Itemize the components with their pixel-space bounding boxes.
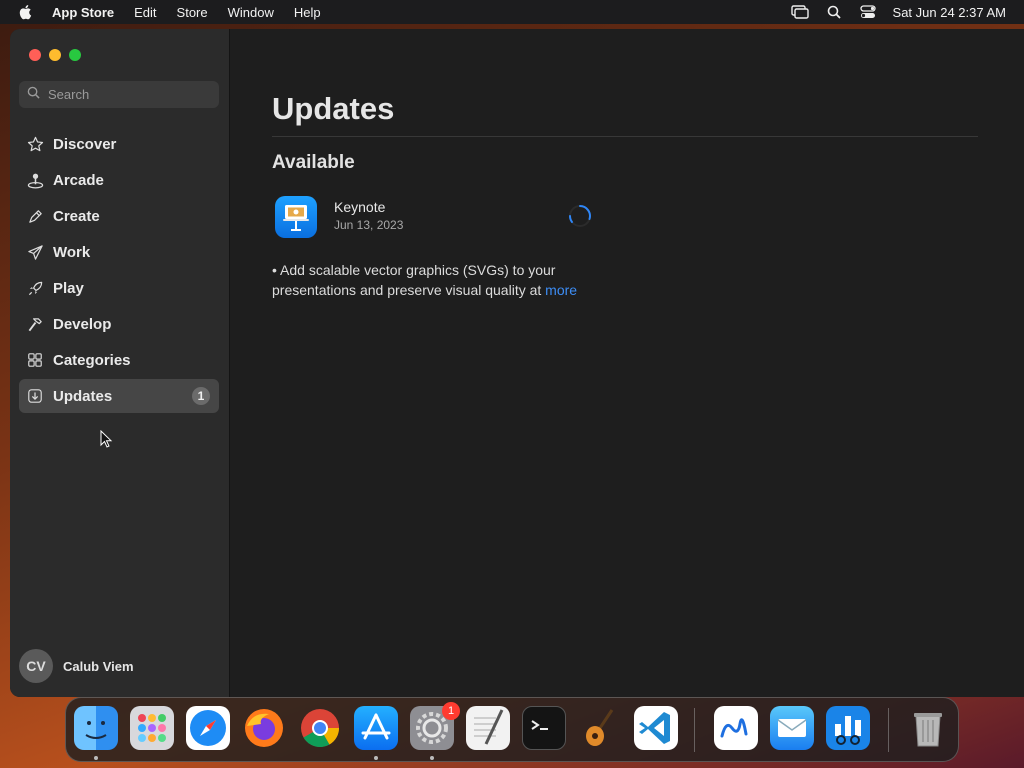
close-button[interactable]	[29, 49, 41, 61]
dock: 1	[65, 697, 959, 762]
sidebar-item-discover[interactable]: Discover	[19, 127, 219, 161]
sidebar-item-develop[interactable]: Develop	[19, 307, 219, 341]
app-store-icon[interactable]	[354, 706, 398, 750]
zoom-button[interactable]	[69, 49, 81, 61]
trash-icon[interactable]	[906, 706, 950, 750]
page-title: Updates	[272, 91, 395, 126]
sidebar-nav: Discover Arcade Create Work Play Develop…	[19, 127, 219, 415]
system-settings-running-indicator	[430, 756, 434, 760]
spotlight-search-icon[interactable]	[825, 5, 843, 19]
sidebar-item-play[interactable]: Play	[19, 271, 219, 305]
sidebar: Discover Arcade Create Work	[10, 29, 230, 697]
safari-icon[interactable]	[186, 706, 230, 750]
grid-icon	[26, 351, 44, 369]
menu-help[interactable]: Help	[294, 5, 321, 20]
sidebar-item-arcade[interactable]: Arcade	[19, 163, 219, 197]
download-progress-spinner[interactable]	[568, 204, 592, 228]
screen-mirroring-icon[interactable]	[790, 5, 809, 19]
sidebar-item-work[interactable]: Work	[19, 235, 219, 269]
sidebar-item-label: Discover	[53, 135, 117, 153]
release-notes-text: • Add scalable vector graphics (SVGs) to…	[272, 262, 556, 298]
user-name: Calub Viem	[63, 658, 134, 674]
window-controls	[29, 49, 81, 61]
release-notes: • Add scalable vector graphics (SVGs) to…	[272, 260, 617, 300]
title-divider	[272, 136, 978, 137]
sidebar-item-label: Create	[53, 207, 100, 225]
system-settings-badge: 1	[442, 702, 460, 720]
app-store-running-indicator	[374, 756, 378, 760]
search-icon	[27, 86, 40, 104]
vscode-icon[interactable]	[634, 706, 678, 750]
main-content: Updates Available Keynote Jun 13, 2023 •…	[230, 29, 1024, 697]
rocket-icon	[26, 279, 44, 297]
menu-clock[interactable]: Sat Jun 24 2:37 AM	[893, 5, 1006, 20]
sidebar-item-categories[interactable]: Categories	[19, 343, 219, 377]
textedit-icon[interactable]	[466, 706, 510, 750]
mail-icon[interactable]	[770, 706, 814, 750]
finder-icon[interactable]	[74, 706, 118, 750]
download-icon	[26, 387, 44, 405]
section-title: Available	[272, 152, 355, 173]
dock-separator	[888, 708, 889, 752]
apple-icon[interactable]	[18, 4, 34, 20]
menu-app-name[interactable]: App Store	[52, 5, 114, 20]
joystick-icon	[26, 171, 44, 189]
finder-running-indicator	[94, 756, 98, 760]
app-store-window: Discover Arcade Create Work	[10, 29, 1024, 697]
keynote-app-icon[interactable]	[275, 196, 317, 238]
metrics-icon[interactable]	[826, 706, 870, 750]
paper-plane-icon	[26, 243, 44, 261]
sidebar-item-label: Updates	[53, 387, 113, 405]
garageband-icon[interactable]	[578, 706, 622, 750]
menu-edit[interactable]: Edit	[134, 5, 156, 20]
firefox-icon[interactable]	[242, 706, 286, 750]
freeform-icon[interactable]	[714, 706, 758, 750]
update-item-keynote[interactable]: Keynote Jun 13, 2023	[272, 194, 632, 240]
menu-bar: App Store Edit Store Window Help Sat Jun…	[0, 0, 1024, 24]
sidebar-item-label: Develop	[53, 315, 112, 333]
sidebar-item-create[interactable]: Create	[19, 199, 219, 233]
app-update-date: Jun 13, 2023	[334, 218, 404, 232]
more-link[interactable]: more	[545, 282, 577, 298]
sidebar-item-label: Work	[53, 243, 91, 261]
search-field[interactable]	[19, 81, 219, 108]
dock-separator	[694, 708, 695, 752]
menu-window[interactable]: Window	[228, 5, 274, 20]
chrome-icon[interactable]	[298, 706, 342, 750]
brush-icon	[26, 207, 44, 225]
updates-count-badge: 1	[192, 387, 210, 405]
control-center-icon[interactable]	[859, 5, 877, 19]
app-name: Keynote	[334, 199, 386, 215]
minimize-button[interactable]	[49, 49, 61, 61]
launchpad-icon[interactable]	[130, 706, 174, 750]
avatar: CV	[19, 649, 53, 683]
sidebar-item-label: Play	[53, 279, 84, 297]
menu-store[interactable]: Store	[177, 5, 208, 20]
sidebar-item-label: Categories	[53, 351, 131, 369]
user-account[interactable]: CV Calub Viem	[19, 649, 134, 683]
sidebar-item-updates[interactable]: Updates 1	[19, 379, 219, 413]
sidebar-item-label: Arcade	[53, 171, 104, 189]
mouse-cursor-icon	[100, 429, 114, 448]
star-icon	[26, 135, 44, 153]
hammer-icon	[26, 315, 44, 333]
search-input[interactable]	[48, 87, 198, 102]
terminal-icon[interactable]	[522, 706, 566, 750]
